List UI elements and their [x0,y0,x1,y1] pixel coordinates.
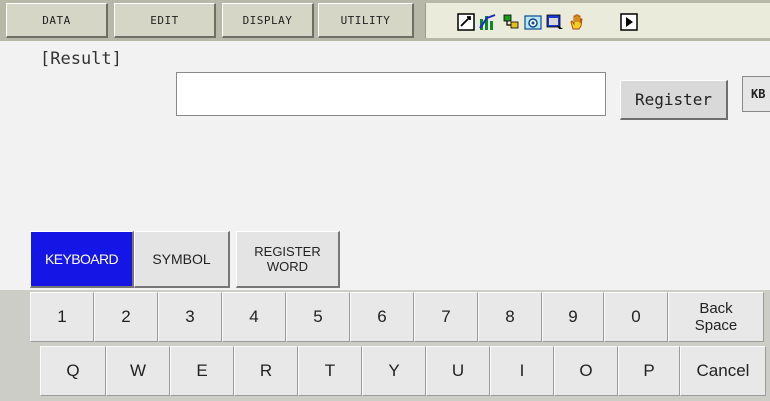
key-6[interactable]: 6 [350,292,414,342]
menu-bar: DATA EDIT DISPLAY UTILITY [0,0,770,41]
result-label: [Result] [40,49,122,69]
key-o[interactable]: O [554,346,618,396]
key-u[interactable]: U [426,346,490,396]
key-e[interactable]: E [170,346,234,396]
key-9[interactable]: 9 [542,292,604,342]
play-icon[interactable] [620,13,638,31]
key-7[interactable]: 7 [414,292,478,342]
key-t[interactable]: T [298,346,362,396]
key-5[interactable]: 5 [286,292,350,342]
menu-tab-edit[interactable]: EDIT [114,3,216,38]
status-icon-strip [425,3,770,38]
key-w[interactable]: W [106,346,170,396]
tab-symbol[interactable]: SYMBOL [134,231,230,288]
key-4[interactable]: 4 [222,292,286,342]
key-8[interactable]: 8 [478,292,542,342]
menu-tab-data[interactable]: DATA [6,3,108,38]
window-icon[interactable] [546,13,564,31]
key-1[interactable]: 1 [30,292,94,342]
tab-register-word[interactable]: REGISTER WORD [236,231,340,288]
key-back-space[interactable]: Back Space [668,292,764,342]
chart-icon[interactable] [479,13,497,31]
key-p[interactable]: P [618,346,680,396]
menu-tab-utility[interactable]: UTILITY [318,3,414,38]
key-3[interactable]: 3 [158,292,222,342]
result-input[interactable] [176,72,606,116]
key-r[interactable]: R [234,346,298,396]
tab-keyboard[interactable]: KEYBOARD [30,231,134,288]
key-cancel[interactable]: Cancel [680,346,766,396]
edit-mode-icon[interactable] [457,13,475,31]
key-q[interactable]: Q [40,346,106,396]
hand-icon[interactable] [567,13,585,31]
keyboard-area: 1 2 3 4 5 6 7 8 9 0 Back Space Q W E R T… [0,290,770,401]
register-button[interactable]: Register [620,80,728,120]
camera-icon[interactable] [524,13,542,31]
key-2[interactable]: 2 [94,292,158,342]
key-y[interactable]: Y [362,346,426,396]
key-0[interactable]: 0 [604,292,668,342]
key-i[interactable]: I [490,346,554,396]
menu-tab-display[interactable]: DISPLAY [222,3,314,38]
kb-button[interactable]: KB [742,76,770,112]
network-icon[interactable] [502,13,520,31]
